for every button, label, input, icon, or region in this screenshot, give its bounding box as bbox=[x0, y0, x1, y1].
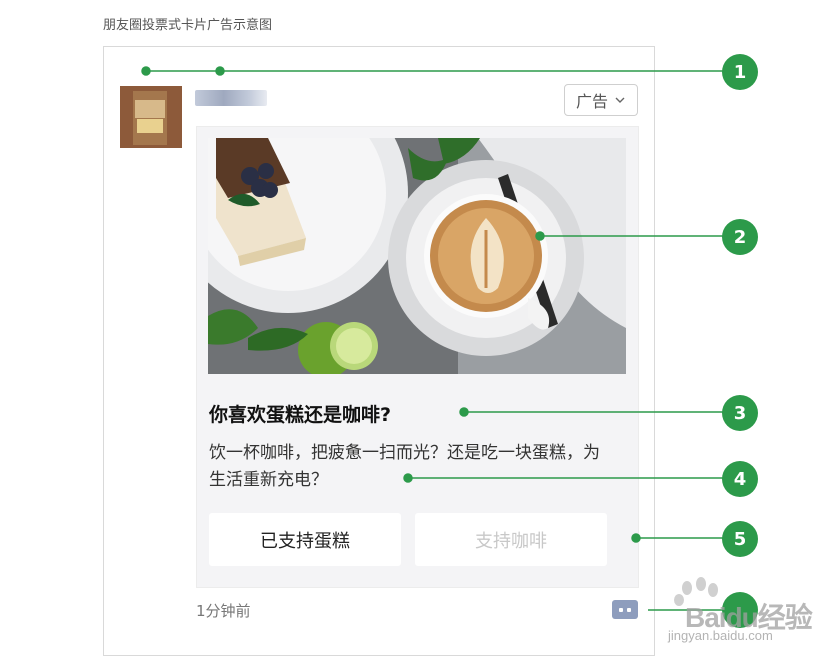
callout-badge-5: 5 bbox=[722, 521, 758, 557]
callout-badge-1: 1 bbox=[722, 54, 758, 90]
callout-lines bbox=[141, 66, 723, 611]
callout-badge-2: 2 bbox=[722, 219, 758, 255]
callout-badge-3: 3 bbox=[722, 395, 758, 431]
callout-badge-4: 4 bbox=[722, 461, 758, 497]
watermark-url: jingyan.baidu.com bbox=[668, 628, 773, 643]
